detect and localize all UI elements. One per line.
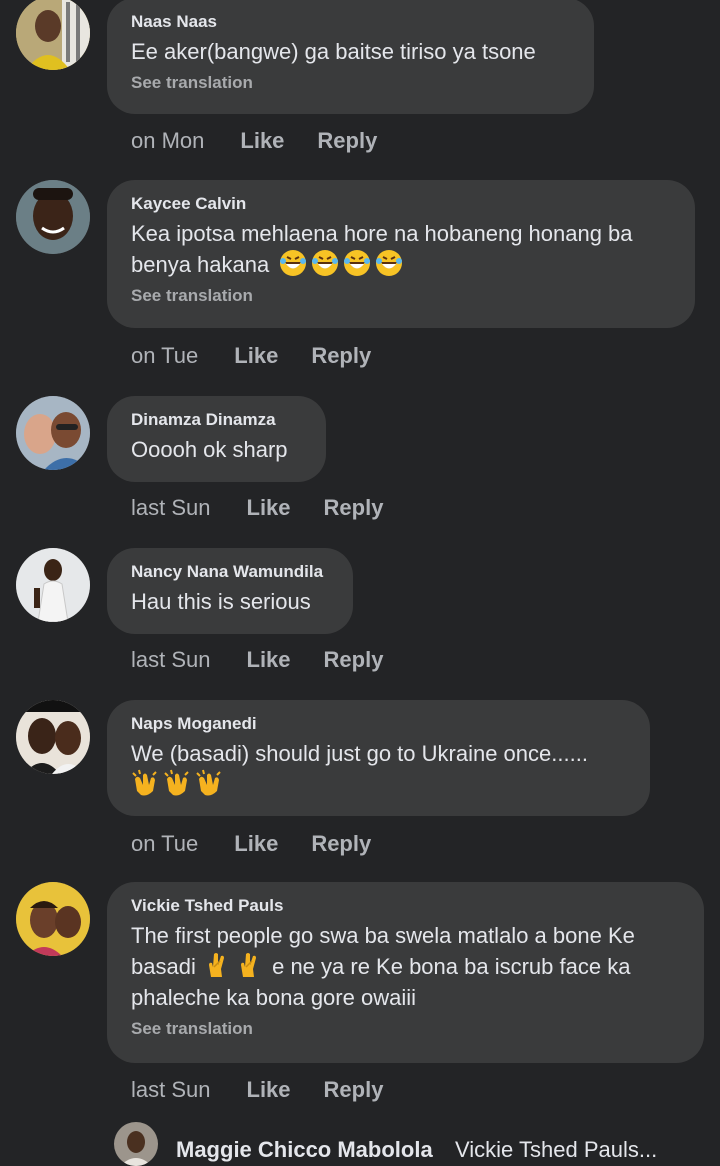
comment-bubble: Dinamza Dinamza Ooooh ok sharp — [107, 396, 326, 482]
comment-actions: on Tue Like Reply — [131, 343, 371, 369]
avatar[interactable] — [114, 1122, 158, 1166]
like-button[interactable]: Like — [247, 495, 291, 521]
avatar-photo-icon — [16, 0, 90, 70]
comment-text-fragment: basadi — [131, 954, 196, 979]
comment-time[interactable]: last Sun — [131, 1077, 211, 1103]
comment-actions: on Tue Like Reply — [131, 831, 371, 857]
comment-actions: last Sun Like Reply — [131, 1077, 383, 1103]
comment-time[interactable]: last Sun — [131, 647, 211, 673]
comment-author[interactable]: Kaycee Calvin — [131, 194, 671, 214]
laughing-crying-emoji-icon — [344, 250, 371, 276]
reply-button[interactable]: Reply — [324, 495, 384, 521]
reply-preview[interactable]: Maggie Chicco Mabolola Vickie Tshed Paul… — [114, 1122, 720, 1166]
comment-author[interactable]: Nancy Nana Wamundila — [131, 562, 329, 582]
clapping-hands-emoji-icon — [132, 769, 157, 796]
laughing-crying-emoji-icon — [312, 250, 339, 276]
comment-text-line: The first people go swa ba swela matlalo… — [131, 923, 635, 948]
comment-time[interactable]: on Tue — [131, 343, 198, 369]
laughing-crying-emoji-icon — [280, 250, 307, 276]
comment-time[interactable]: on Mon — [131, 128, 204, 154]
see-translation-link[interactable]: See translation — [131, 1019, 680, 1039]
see-translation-link[interactable]: See translation — [131, 73, 570, 93]
avatar-photo-icon — [16, 882, 90, 956]
comment-bubble: Vickie Tshed Pauls The first people go s… — [107, 882, 704, 1063]
comment-bubble: Naas Naas Ee aker(bangwe) ga baitse tiri… — [107, 0, 594, 114]
comment-text-line: basadi e ne ya re Ke bona ba iscrub face… — [131, 951, 680, 982]
comment-author[interactable]: Naas Naas — [131, 12, 570, 32]
crossed-fingers-emoji-icon — [240, 953, 256, 977]
comment-time[interactable]: last Sun — [131, 495, 211, 521]
avatar-photo-icon — [16, 180, 90, 254]
comment-text-line: benya hakana — [131, 249, 671, 280]
laughing-crying-emoji-group — [279, 250, 407, 277]
avatar-photo-icon — [16, 548, 90, 622]
like-button[interactable]: Like — [234, 343, 278, 369]
crossed-fingers-emoji-icon — [208, 953, 224, 977]
reply-button[interactable]: Reply — [324, 647, 384, 673]
comment-author[interactable]: Naps Moganedi — [131, 714, 626, 734]
reply-author[interactable]: Maggie Chicco Mabolola — [176, 1137, 433, 1163]
comment-text: Kea ipotsa mehlaena hore na hobaneng hon… — [131, 218, 671, 280]
comment-text-line: Kea ipotsa mehlaena hore na hobaneng hon… — [131, 221, 633, 246]
avatar[interactable] — [16, 180, 90, 254]
comment-actions: last Sun Like Reply — [131, 647, 383, 673]
see-translation-link[interactable]: See translation — [131, 286, 671, 306]
avatar[interactable] — [16, 700, 90, 774]
like-button[interactable]: Like — [247, 1077, 291, 1103]
clapping-hands-emoji-group — [131, 769, 626, 800]
comment-text: We (basadi) should just go to Ukraine on… — [131, 738, 626, 800]
comment-author[interactable]: Vickie Tshed Pauls — [131, 896, 680, 916]
clapping-hands-emoji-icon — [164, 769, 189, 796]
avatar[interactable] — [16, 0, 90, 70]
reply-text: Vickie Tshed Pauls... — [455, 1137, 658, 1162]
avatar[interactable] — [16, 882, 90, 956]
comment-text-line: We (basadi) should just go to Ukraine on… — [131, 741, 588, 766]
like-button[interactable]: Like — [240, 128, 284, 154]
comment-time[interactable]: on Tue — [131, 831, 198, 857]
comment-text: Ooooh ok sharp — [131, 437, 288, 462]
clapping-hands-emoji-icon — [196, 769, 221, 796]
like-button[interactable]: Like — [234, 831, 278, 857]
like-button[interactable]: Like — [247, 647, 291, 673]
comment-bubble: Naps Moganedi We (basadi) should just go… — [107, 700, 650, 816]
avatar[interactable] — [16, 548, 90, 622]
avatar[interactable] — [16, 396, 90, 470]
comment-text-fragment: benya hakana — [131, 252, 270, 277]
comment-author[interactable]: Dinamza Dinamza — [131, 410, 302, 430]
comment-text: Hau this is serious — [131, 589, 311, 614]
comment-bubble: Nancy Nana Wamundila Hau this is serious — [107, 548, 353, 634]
reply-button[interactable]: Reply — [317, 128, 377, 154]
reply-button[interactable]: Reply — [311, 831, 371, 857]
comment-actions: on Mon Like Reply — [131, 128, 377, 154]
avatar-photo-icon — [114, 1122, 158, 1166]
avatar-photo-icon — [16, 396, 90, 470]
comment-text: The first people go swa ba swela matlalo… — [131, 920, 680, 1013]
reply-button[interactable]: Reply — [311, 343, 371, 369]
comment-text-line: phaleche ka bona gore owaiii — [131, 985, 416, 1010]
laughing-crying-emoji-icon — [376, 250, 403, 276]
comment-actions: last Sun Like Reply — [131, 495, 383, 521]
comment-text-fragment: e ne ya re Ke bona ba iscrub face ka — [272, 954, 631, 979]
avatar-photo-icon — [16, 700, 90, 774]
reply-button[interactable]: Reply — [324, 1077, 384, 1103]
comment-text: Ee aker(bangwe) ga baitse tiriso ya tson… — [131, 39, 536, 64]
comment-bubble: Kaycee Calvin Kea ipotsa mehlaena hore n… — [107, 180, 695, 328]
